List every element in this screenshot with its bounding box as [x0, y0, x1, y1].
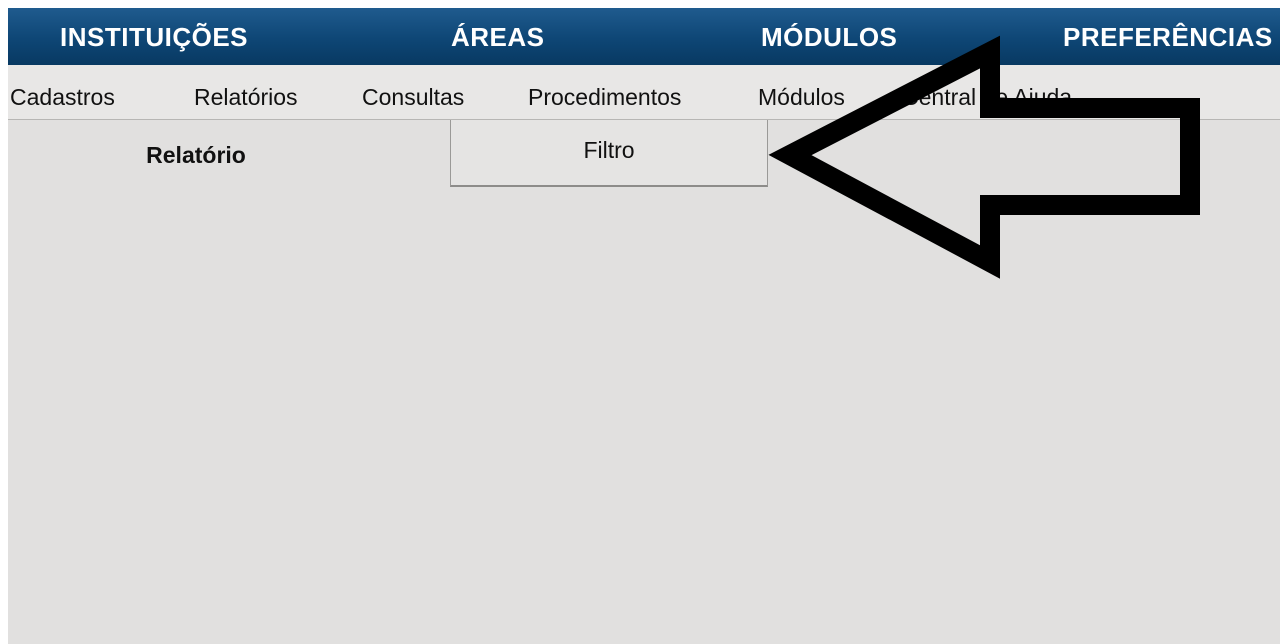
menu-cadastros[interactable]: Cadastros	[10, 83, 115, 111]
menu-central-de-ajuda[interactable]: Central de Ajuda	[902, 83, 1072, 111]
nav-areas[interactable]: ÁREAS	[451, 22, 545, 52]
menu-relatorios[interactable]: Relatórios	[194, 83, 298, 111]
tab-relatorio[interactable]: Relatório	[90, 120, 302, 187]
top-navigation-bar: INSTITUIÇÕES ÁREAS MÓDULOS PREFERÊNCIAS	[8, 8, 1280, 65]
menu-consultas[interactable]: Consultas	[362, 83, 464, 111]
nav-instituicoes[interactable]: INSTITUIÇÕES	[60, 22, 248, 52]
menu-procedimentos[interactable]: Procedimentos	[528, 83, 681, 111]
nav-preferencias[interactable]: PREFERÊNCIAS	[1063, 22, 1273, 52]
menu-modulos[interactable]: Módulos	[758, 83, 845, 111]
tab-filtro[interactable]: Filtro	[450, 120, 768, 187]
menu-bar: Cadastros Relatórios Consultas Procedime…	[8, 65, 1280, 120]
nav-modulos[interactable]: MÓDULOS	[761, 22, 897, 52]
app-window: INSTITUIÇÕES ÁREAS MÓDULOS PREFERÊNCIAS …	[8, 8, 1280, 644]
